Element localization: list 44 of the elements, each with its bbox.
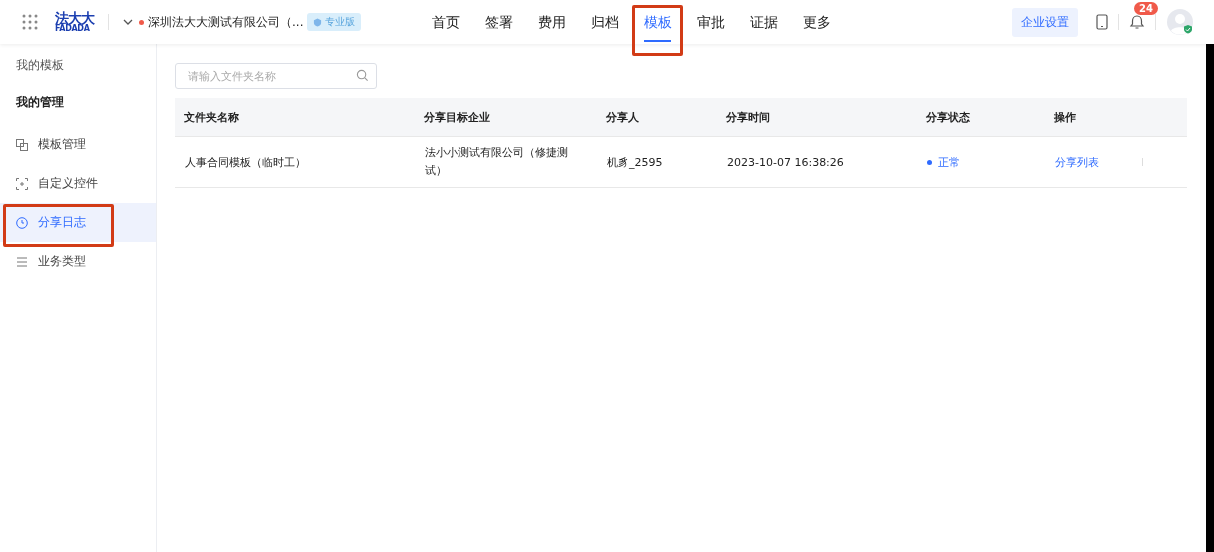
nav-tab[interactable]: 归档	[578, 0, 632, 44]
copy-icon	[16, 138, 28, 151]
bell-icon[interactable]	[1129, 14, 1145, 30]
column-header: 操作	[1053, 109, 1077, 125]
nav-tab[interactable]: 首页	[419, 0, 473, 44]
column-header: 分享状态	[925, 109, 971, 125]
sidebar-heading: 我的模板	[15, 57, 65, 74]
table-cell: 2023-10-07 16:38:26	[727, 155, 844, 169]
sidebar-item[interactable]: 自定义控件	[0, 164, 156, 203]
table-cell-text: 法小小测试有限公司（修捷测试）	[425, 145, 569, 179]
nav-tab[interactable]: 证据	[737, 0, 791, 44]
nav-tab[interactable]: 模板	[631, 0, 685, 44]
caret-icon[interactable]	[123, 19, 133, 25]
sidebar-item[interactable]: 分享日志	[0, 203, 156, 242]
logo-text: 法大大	[55, 11, 94, 25]
edition-badge: 专业版	[307, 13, 362, 31]
nav-tab[interactable]: 审批	[684, 0, 738, 44]
settings-button[interactable]: 企业设置	[1012, 7, 1078, 37]
nav-tab[interactable]: 更多	[790, 0, 844, 44]
nav-tab[interactable]: 签署	[472, 0, 526, 44]
logo-subtext: FADADA	[55, 25, 90, 33]
column-header: 文件夹名称	[183, 109, 240, 125]
column-header: 分享时间	[725, 109, 771, 125]
notification-badge: 24	[1134, 2, 1158, 15]
table-cell: 人事合同模板（临时工）	[185, 155, 306, 169]
share-list-link[interactable]: 分享列表	[1055, 154, 1099, 170]
sidebar-item[interactable]: 模板管理	[0, 125, 156, 164]
avatar-icon[interactable]	[1166, 8, 1194, 36]
table-cell: 机豸_2595	[607, 155, 663, 169]
list-icon	[16, 255, 28, 268]
sidebar-item[interactable]: 业务类型	[0, 242, 156, 281]
sidebar-heading: 我的管理	[15, 94, 65, 111]
phone-icon[interactable]	[1096, 14, 1108, 30]
company-name[interactable]: 深圳法大大测试有限公司（...	[148, 13, 304, 31]
column-header: 分享人	[605, 109, 640, 125]
nav-tab[interactable]: 费用	[525, 0, 579, 44]
status-dot	[139, 19, 144, 25]
status-text: 正常	[938, 154, 960, 170]
clock-icon	[16, 216, 28, 229]
apps-grid-icon[interactable]	[22, 14, 38, 30]
column-header: 分享目标企业	[423, 109, 491, 125]
search-field[interactable]: 请输入文件夹名称	[175, 63, 377, 89]
search-icon[interactable]	[356, 69, 369, 82]
scan-icon	[16, 177, 28, 190]
